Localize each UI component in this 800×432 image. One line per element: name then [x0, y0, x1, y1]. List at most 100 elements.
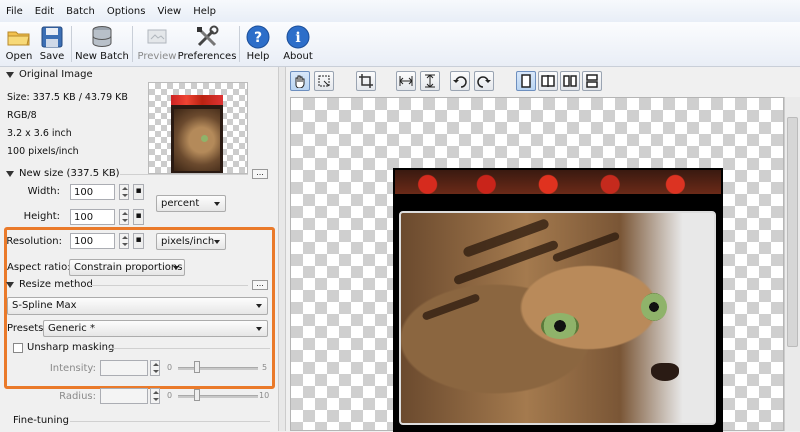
crop-tool-button[interactable] — [356, 71, 376, 91]
menu-batch[interactable]: Batch — [60, 6, 101, 17]
resolution-unit-select[interactable]: pixels/inch — [156, 233, 226, 250]
preferences-button[interactable]: Preferences — [178, 24, 236, 64]
width-label: Width: — [27, 186, 60, 197]
thumbnail-image — [171, 95, 223, 173]
menu-options[interactable]: Options — [101, 6, 152, 17]
menu-view[interactable]: View — [151, 6, 187, 17]
presets-select[interactable]: Generic * — [43, 320, 268, 337]
preview-button[interactable]: Preview — [138, 24, 176, 64]
width-menu-button[interactable]: ▪ — [133, 184, 144, 200]
new-batch-button[interactable]: New Batch — [75, 24, 129, 64]
vertical-scrollbar[interactable] — [784, 97, 800, 431]
rotate-left-icon — [453, 76, 467, 88]
intensity-slider-thumb[interactable] — [194, 361, 200, 373]
intensity-max: 5 — [262, 363, 268, 372]
rotate-left-button[interactable] — [450, 71, 470, 91]
resize-method-select[interactable]: S-Spline Max — [7, 297, 268, 315]
new-size-header[interactable]: New size (337.5 KB) — [6, 168, 120, 179]
split-pane-icon — [541, 75, 555, 87]
resolution-menu-button[interactable]: ▪ — [133, 233, 144, 249]
aspect-ratio-select[interactable]: Constrain proportions — [69, 259, 185, 276]
select-tool-button[interactable] — [314, 71, 334, 91]
toolbar: Open Save New Batch Preview Preferences … — [0, 22, 800, 67]
resolution-input[interactable]: 100 — [70, 233, 115, 249]
resolution-spinner[interactable] — [119, 233, 129, 249]
aspect-ratio-label: Aspect ratio: — [7, 262, 71, 273]
width-spinner[interactable] — [119, 184, 129, 200]
scrollbar-thumb[interactable] — [787, 117, 798, 347]
divider — [90, 285, 248, 286]
save-button[interactable]: Save — [38, 24, 66, 64]
toolbar-separator — [132, 26, 133, 62]
resize-method-header[interactable]: Resize method — [6, 279, 93, 290]
hand-tool-button[interactable] — [290, 71, 310, 91]
radius-max: 10 — [259, 391, 270, 400]
dropdown-arrow-icon — [256, 327, 262, 331]
svg-text:i: i — [295, 30, 300, 46]
help-icon: ? — [245, 24, 271, 50]
menu-edit[interactable]: Edit — [29, 6, 60, 17]
stacked-pane-icon — [586, 74, 598, 88]
unsharp-checkbox[interactable] — [13, 343, 23, 353]
radius-min: 0 — [167, 391, 173, 400]
divider — [120, 174, 248, 175]
menu-bar: File Edit Batch Options View Help — [0, 0, 800, 23]
toolbar-separator — [71, 26, 72, 62]
side-by-side-icon — [563, 75, 577, 87]
flip-vertical-button[interactable] — [420, 71, 440, 91]
crop-icon — [359, 74, 373, 88]
radius-input[interactable] — [100, 388, 148, 404]
open-button[interactable]: Open — [4, 24, 34, 64]
radius-spinner[interactable] — [150, 388, 160, 404]
tools-icon — [194, 24, 220, 50]
radius-slider-thumb[interactable] — [194, 389, 200, 401]
size-unit-select[interactable]: percent — [156, 195, 226, 212]
preview-icon — [144, 24, 170, 50]
collapse-triangle-icon — [6, 281, 14, 288]
intensity-label: Intensity: — [49, 363, 96, 374]
original-mode: RGB/8 — [7, 110, 37, 121]
cat-photo — [399, 211, 716, 425]
dropdown-arrow-icon — [173, 266, 179, 270]
side-by-side-button[interactable] — [560, 71, 580, 91]
height-spinner[interactable] — [119, 209, 129, 225]
resolution-label: Resolution: — [6, 236, 62, 247]
panel-splitter[interactable] — [278, 67, 286, 431]
stacked-view-button[interactable] — [582, 71, 602, 91]
split-view-button[interactable] — [538, 71, 558, 91]
svg-text:?: ? — [254, 30, 262, 46]
preview-panel — [286, 67, 800, 432]
single-view-button[interactable] — [516, 71, 536, 91]
original-dimensions: 3.2 x 3.6 inch — [7, 128, 72, 139]
original-image-header[interactable]: Original Image — [6, 69, 93, 80]
strawberry-strip — [395, 170, 721, 194]
original-size: Size: 337.5 KB / 43.79 KB — [7, 92, 128, 103]
intensity-slider[interactable] — [178, 367, 258, 370]
help-button[interactable]: ? Help — [244, 24, 272, 64]
dropdown-arrow-icon — [256, 304, 262, 308]
flip-horizontal-button[interactable] — [396, 71, 416, 91]
intensity-spinner[interactable] — [150, 360, 160, 376]
original-thumbnail — [148, 82, 248, 174]
height-menu-button[interactable]: ▪ — [133, 209, 144, 225]
menu-help[interactable]: Help — [187, 6, 222, 17]
folder-icon — [6, 24, 32, 50]
rotate-right-button[interactable] — [474, 71, 494, 91]
database-icon — [89, 24, 115, 50]
cat-nose — [651, 363, 679, 381]
intensity-input[interactable] — [100, 360, 148, 376]
original-resolution: 100 pixels/inch — [7, 146, 79, 157]
floppy-disk-icon — [39, 24, 65, 50]
presets-label: Presets: — [7, 323, 47, 334]
width-input[interactable]: 100 — [70, 184, 115, 200]
height-input[interactable]: 100 — [70, 209, 115, 225]
image-canvas[interactable] — [290, 97, 784, 432]
menu-file[interactable]: File — [0, 6, 29, 17]
info-icon: i — [285, 24, 311, 50]
about-button[interactable]: i About — [283, 24, 313, 64]
hand-icon — [295, 75, 305, 88]
resize-more-button[interactable]: ... — [252, 280, 268, 290]
radius-slider[interactable] — [178, 395, 258, 398]
new-size-more-button[interactable]: ... — [252, 169, 268, 179]
fine-tuning-label: Fine-tuning — [13, 415, 69, 426]
